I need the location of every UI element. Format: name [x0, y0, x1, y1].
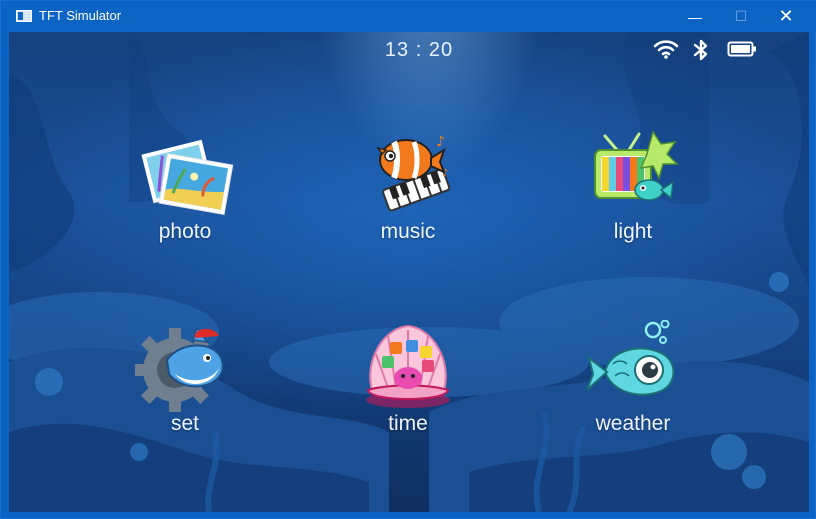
status-clock: 13 : 20 [384, 39, 454, 61]
wifi-icon [653, 40, 679, 59]
minimize-button[interactable]: — [672, 1, 718, 32]
title-bar[interactable]: TFT Simulator — ☐ ✕ [1, 1, 816, 32]
app-set[interactable]: set [110, 320, 260, 450]
app-label-set: set [170, 412, 199, 435]
window-title: TFT Simulator [39, 8, 122, 23]
app-time[interactable]: time [333, 320, 483, 450]
app-window-icon [16, 10, 32, 22]
app-weather[interactable]: weather [558, 320, 708, 450]
tv-fish-icon [594, 130, 679, 201]
maximize-button[interactable]: ☐ [718, 1, 764, 32]
svg-text:♪: ♪ [436, 134, 445, 150]
tft-screen: 13 : 20 photo ♪ ♪ music light set time w… [9, 32, 809, 512]
svg-text:♪: ♪ [442, 168, 448, 179]
close-button[interactable]: ✕ [763, 1, 809, 32]
shell-octopus-icon [366, 324, 450, 408]
music-clownfish-icon: ♪ ♪ [376, 134, 451, 212]
app-label-light: light [613, 220, 653, 243]
fish-eye-icon [586, 320, 675, 396]
battery-icon [727, 41, 756, 57]
app-music[interactable]: ♪ ♪ music [333, 128, 483, 258]
app-label-photo: photo [158, 220, 212, 243]
bluetooth-icon [693, 39, 708, 61]
app-label-music: music [380, 220, 436, 243]
app-photo[interactable]: photo [110, 128, 260, 258]
photo-icon [141, 139, 234, 215]
gear-shark-icon [135, 326, 224, 412]
simulator-window: TFT Simulator — ☐ ✕ 13: 20 photo ♪ ♪ mu… [0, 0, 816, 519]
app-label-time: time [388, 412, 428, 435]
app-light[interactable]: light [558, 128, 708, 258]
app-label-weather: weather [595, 412, 671, 435]
